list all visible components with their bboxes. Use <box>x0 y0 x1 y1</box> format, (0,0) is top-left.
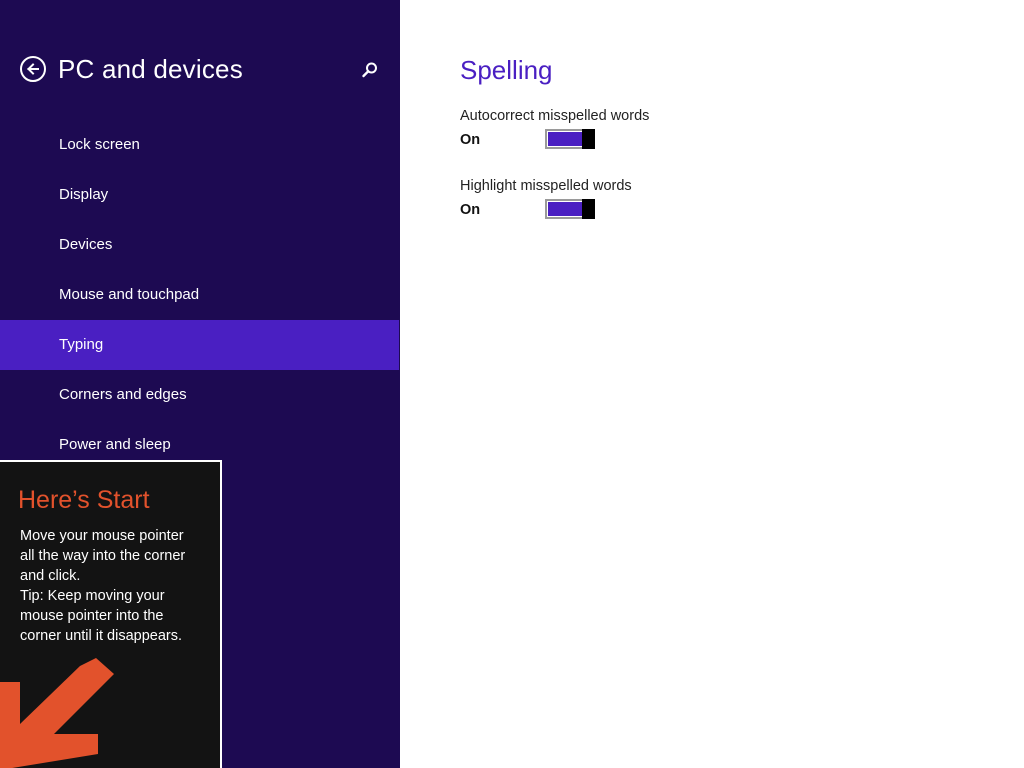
toggle-fill <box>548 132 582 146</box>
tip-line: Tip: Keep moving your <box>20 588 165 604</box>
setting-state: On <box>460 202 481 218</box>
search-button[interactable] <box>360 60 380 80</box>
settings-window: PC and devices Lock screen Display Devic… <box>0 0 1024 768</box>
toggle-fill <box>548 202 582 216</box>
setting-state: On <box>460 132 481 148</box>
content-area: Spelling Autocorrect misspelled words On… <box>460 0 1000 768</box>
arrow-down-left-icon <box>0 658 114 768</box>
setting-label: Highlight misspelled words <box>460 178 632 194</box>
toggle-thumb[interactable] <box>582 199 595 219</box>
search-icon <box>362 62 377 78</box>
highlight-toggle[interactable] <box>545 199 595 219</box>
tip-line: Move your mouse pointer <box>20 528 184 544</box>
setting-label: Autocorrect misspelled words <box>460 108 650 124</box>
tip-line: mouse pointer into the <box>20 608 164 624</box>
back-button[interactable] <box>20 56 46 82</box>
nav-item-corners-and-edges[interactable]: Corners and edges <box>0 370 399 420</box>
nav-item-lock-screen[interactable]: Lock screen <box>0 120 399 170</box>
nav-item-typing[interactable]: Typing <box>0 320 399 370</box>
start-tip-overlay: Here’s Start Move your mouse pointer all… <box>0 460 222 768</box>
nav-item-mouse-and-touchpad[interactable]: Mouse and touchpad <box>0 270 399 320</box>
toggle-thumb[interactable] <box>582 129 595 149</box>
tip-line: and click. <box>20 568 81 584</box>
pane-title: PC and devices <box>58 54 243 84</box>
tip-line: all the way into the corner <box>20 548 186 564</box>
tip-title: Here’s Start <box>18 486 150 514</box>
back-arrow-icon <box>27 63 39 75</box>
nav-item-display[interactable]: Display <box>0 170 399 220</box>
tip-line: corner until it disappears. <box>20 628 182 644</box>
nav-item-devices[interactable]: Devices <box>0 220 399 270</box>
nav-list: Lock screen Display Devices Mouse and to… <box>0 120 400 470</box>
setting-highlight: Highlight misspelled words On <box>460 178 860 228</box>
tip-body: Move your mouse pointer all the way into… <box>20 526 210 646</box>
setting-autocorrect: Autocorrect misspelled words On <box>460 108 860 158</box>
autocorrect-toggle[interactable] <box>545 129 595 149</box>
section-title: Spelling <box>460 55 553 85</box>
